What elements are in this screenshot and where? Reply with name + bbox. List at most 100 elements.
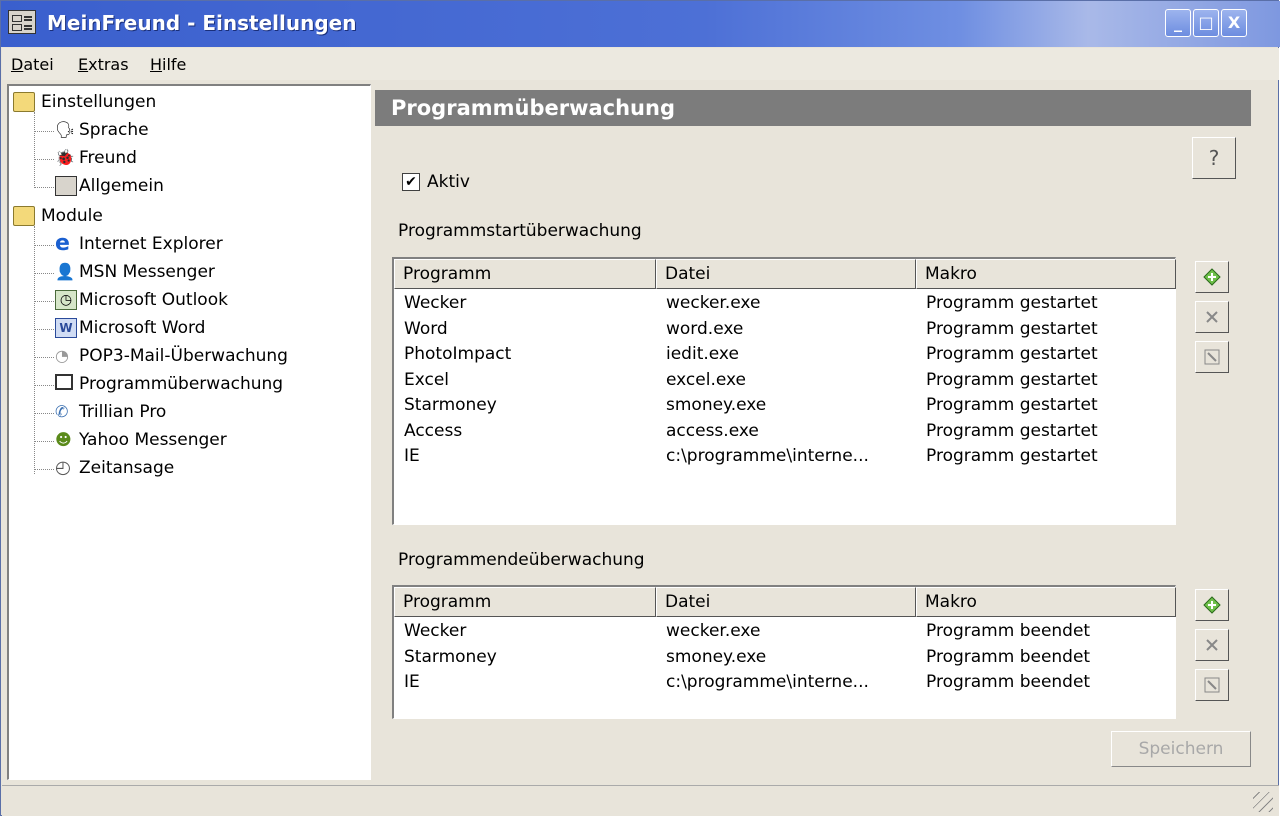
tree-item-pop3-mail[interactable]: POP3-Mail-Überwachung bbox=[79, 346, 288, 366]
tree-item-msn-messenger[interactable]: MSN Messenger bbox=[79, 262, 215, 282]
tree-item-microsoft-outlook[interactable]: Microsoft Outlook bbox=[79, 290, 228, 310]
cell-makro: Programm beendet bbox=[926, 646, 1091, 667]
tree-group-einstellungen[interactable]: Einstellungen bbox=[41, 92, 156, 112]
friend-icon: 🐞 bbox=[55, 148, 75, 167]
column-makro[interactable]: Makro bbox=[916, 587, 1176, 617]
settings-window: MeinFreund - Einstellungen _ □ X Datei E… bbox=[0, 0, 1280, 816]
cell-makro: Programm gestartet bbox=[926, 318, 1098, 339]
cell-programm: Wecker bbox=[404, 621, 467, 641]
cell-datei: c:\programme\interne... bbox=[666, 446, 869, 466]
column-programm[interactable]: Programm bbox=[394, 259, 656, 289]
cell-datei: iedit.exe bbox=[666, 344, 739, 364]
cell-programm: Word bbox=[404, 318, 448, 339]
table-row[interactable]: IE c:\programme\interne... Programm beende… bbox=[394, 670, 1174, 695]
yahoo-messenger-icon: ☻ bbox=[55, 430, 72, 449]
delete-icon bbox=[1206, 639, 1218, 651]
cell-makro: Programm gestartet bbox=[926, 446, 1098, 466]
add-end-entry-button[interactable] bbox=[1195, 589, 1229, 621]
table-row[interactable]: PhotoImpact iedit.exe Programm gestartet bbox=[394, 342, 1174, 367]
language-icon: 🗣 bbox=[55, 120, 76, 139]
list-header: Programm Datei Makro bbox=[394, 587, 1176, 617]
mail-icon: ◔ bbox=[55, 346, 69, 365]
tree-item-allgemein[interactable]: Allgemein bbox=[79, 176, 164, 196]
tree-item-internet-explorer[interactable]: Internet Explorer bbox=[79, 234, 223, 254]
cell-datei: wecker.exe bbox=[666, 293, 761, 313]
start-section-label: Programmstartüberwachung bbox=[398, 221, 642, 241]
cell-makro: Programm beendet bbox=[926, 672, 1091, 692]
cell-programm: Excel bbox=[404, 369, 450, 390]
table-row[interactable]: Wecker wecker.exe Programm gestartet bbox=[394, 291, 1174, 316]
maximize-button[interactable]: □ bbox=[1193, 9, 1219, 37]
save-button[interactable]: Speichern bbox=[1111, 731, 1251, 767]
delete-start-entry-button[interactable] bbox=[1195, 301, 1229, 333]
active-checkbox-label: Aktiv bbox=[427, 172, 470, 192]
cell-datei: word.exe bbox=[666, 318, 744, 339]
tree-item-programmueberwachung[interactable]: Programmüberwachung bbox=[79, 374, 283, 394]
table-row[interactable]: Starmoney smoney.exe Programm beendet bbox=[394, 645, 1174, 670]
tree-item-freund[interactable]: Freund bbox=[79, 148, 137, 168]
edit-start-entry-button[interactable] bbox=[1195, 341, 1229, 373]
end-monitor-list[interactable]: Programm Datei Makro Wecker wecker.exe Pro… bbox=[392, 585, 1176, 719]
panel-title: Programmüberwachung bbox=[375, 90, 1251, 126]
cell-programm: IE bbox=[404, 672, 420, 692]
tree-item-zeitansage[interactable]: Zeitansage bbox=[79, 458, 174, 478]
delete-icon bbox=[1206, 311, 1218, 323]
cell-datei: smoney.exe bbox=[666, 646, 767, 667]
menu-datei[interactable]: Datei bbox=[11, 55, 54, 74]
help-icon: ? bbox=[1208, 146, 1220, 170]
cell-datei: access.exe bbox=[666, 420, 759, 441]
tree-item-trillian-pro[interactable]: Trillian Pro bbox=[79, 402, 166, 422]
active-checkbox[interactable]: ✔ bbox=[402, 173, 420, 191]
cell-programm: Access bbox=[404, 420, 463, 441]
minimize-button[interactable]: _ bbox=[1165, 9, 1191, 37]
edit-icon bbox=[1204, 677, 1220, 693]
cell-makro: Programm beendet bbox=[926, 621, 1091, 641]
status-bar bbox=[2, 785, 1279, 816]
cell-programm: IE bbox=[404, 446, 420, 466]
cell-programm: Starmoney bbox=[404, 646, 497, 667]
help-button[interactable]: ? bbox=[1192, 137, 1236, 179]
close-button[interactable]: X bbox=[1221, 9, 1247, 37]
table-row[interactable]: Access access.exe Programm gestartet bbox=[394, 419, 1174, 444]
folder-open-icon bbox=[13, 92, 35, 112]
tree-item-sprache[interactable]: Sprache bbox=[79, 120, 149, 140]
table-row[interactable]: Starmoney smoney.exe Programm gestartet bbox=[394, 393, 1174, 418]
column-makro[interactable]: Makro bbox=[916, 259, 1176, 289]
table-row[interactable]: IE c:\programme\interne... Programm gestar… bbox=[394, 444, 1174, 469]
add-start-entry-button[interactable] bbox=[1195, 261, 1229, 293]
word-icon: W bbox=[55, 318, 77, 338]
settings-tree[interactable]: Einstellungen 🗣 Sprache 🐞 Freund Allgeme… bbox=[7, 84, 371, 780]
add-icon bbox=[1203, 268, 1221, 286]
cell-makro: Programm gestartet bbox=[926, 395, 1098, 415]
folder-open-icon bbox=[13, 206, 35, 226]
edit-end-entry-button[interactable] bbox=[1195, 669, 1229, 701]
outlook-icon: ◷ bbox=[55, 290, 77, 310]
tree-item-microsoft-word[interactable]: Microsoft Word bbox=[79, 318, 205, 338]
menu-hilfe[interactable]: Hilfe bbox=[150, 55, 186, 74]
cell-datei: excel.exe bbox=[666, 369, 747, 390]
column-datei[interactable]: Datei bbox=[656, 587, 916, 617]
menu-extras[interactable]: Extras bbox=[78, 55, 129, 74]
tree-item-yahoo-messenger[interactable]: Yahoo Messenger bbox=[79, 430, 227, 450]
cell-programm: Starmoney bbox=[404, 395, 497, 415]
resize-grip-icon[interactable] bbox=[1253, 792, 1273, 812]
column-programm[interactable]: Programm bbox=[394, 587, 656, 617]
table-row[interactable]: Excel excel.exe Programm gestartet bbox=[394, 368, 1174, 393]
title-bar[interactable]: MeinFreund - Einstellungen _ □ X bbox=[1, 1, 1280, 47]
app-icon bbox=[8, 10, 36, 34]
add-icon bbox=[1203, 596, 1221, 614]
program-window-icon bbox=[55, 374, 73, 390]
table-row[interactable]: Wecker wecker.exe Programm beendet bbox=[394, 619, 1174, 644]
end-section-label: Programmendeüberwachung bbox=[398, 550, 645, 570]
cell-makro: Programm gestartet bbox=[926, 293, 1098, 313]
delete-end-entry-button[interactable] bbox=[1195, 629, 1229, 661]
menu-bar: Datei Extras Hilfe bbox=[2, 48, 1279, 80]
column-datei[interactable]: Datei bbox=[656, 259, 916, 289]
start-monitor-list[interactable]: Programm Datei Makro Wecker wecker.exe Pro… bbox=[392, 257, 1176, 525]
cell-datei: c:\programme\interne... bbox=[666, 672, 869, 692]
cell-datei: smoney.exe bbox=[666, 395, 767, 415]
table-row[interactable]: Word word.exe Programm gestartet bbox=[394, 317, 1174, 342]
clock-icon: ◴ bbox=[55, 457, 71, 478]
tree-group-module[interactable]: Module bbox=[41, 206, 103, 226]
general-settings-icon bbox=[55, 176, 77, 196]
